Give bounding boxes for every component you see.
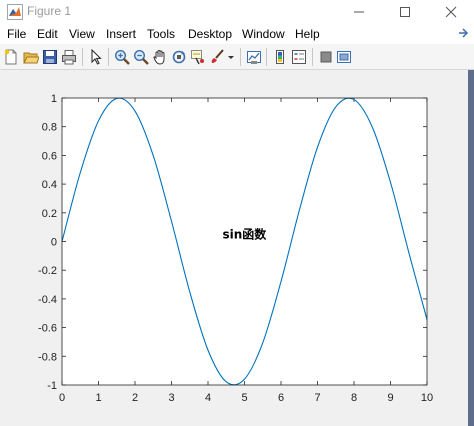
x-tick-label: 10	[421, 392, 433, 404]
menu-edit[interactable]: Edit	[37, 27, 58, 41]
window-edge	[468, 70, 474, 426]
open-folder-icon[interactable]	[23, 49, 39, 65]
x-tick-label: 4	[205, 392, 211, 404]
menu-insert[interactable]: Insert	[106, 27, 136, 41]
y-tick-label: -0.8	[38, 351, 57, 363]
matlab-app-icon	[7, 4, 23, 20]
axes-background	[62, 98, 427, 385]
x-tick-label: 6	[278, 392, 284, 404]
window-title: Figure 1	[27, 4, 72, 18]
y-tick-label: -1	[47, 380, 57, 392]
maximize-icon	[400, 7, 410, 17]
x-tick-label: 3	[168, 392, 174, 404]
menu-help[interactable]: Help	[295, 27, 320, 41]
figure-canvas: 0 1 2 3 4 5 6 7 8 9 10 -1 -0.8 -0.6 -0.4 -0.2 0 0.2 0.4 0.6…	[0, 70, 468, 426]
save-icon[interactable]	[42, 49, 58, 65]
y-tick-label: 0.8	[42, 122, 57, 134]
sine-plot[interactable]: 0 1 2 3 4 5 6 7 8 9 10 -1 -0.8 -0.6 -0.4 -0.2 0 0.2 0.4 0.6…	[0, 70, 468, 426]
figure-toolbar	[0, 44, 474, 70]
x-tick-label: 9	[387, 392, 393, 404]
toolbar-separator	[240, 48, 241, 66]
minimize-icon	[354, 11, 364, 13]
figure-window: Figure 1 File Edit View Insert Tools Des…	[0, 0, 474, 426]
brush-icon[interactable]	[209, 49, 225, 65]
toolbar-separator	[312, 48, 313, 66]
x-tick-label: 7	[314, 392, 320, 404]
y-tick-label: 0	[51, 237, 57, 249]
pan-hand-icon[interactable]	[152, 49, 168, 65]
zoom-in-icon[interactable]	[114, 49, 130, 65]
close-icon	[445, 6, 457, 18]
toolbar-separator	[108, 48, 109, 66]
data-cursor-icon[interactable]	[190, 49, 206, 65]
toolbar-separator	[266, 48, 267, 66]
menu-tools[interactable]: Tools	[147, 27, 175, 41]
minimize-button[interactable]	[336, 0, 382, 24]
show-plot-tools-icon[interactable]	[336, 49, 352, 65]
new-figure-icon[interactable]	[3, 49, 19, 65]
link-plot-icon[interactable]	[246, 49, 262, 65]
y-tick-label: -0.2	[38, 265, 57, 277]
y-tick-label: -0.4	[38, 294, 57, 306]
x-tick-label: 5	[241, 392, 247, 404]
x-tick-label: 8	[351, 392, 357, 404]
sin-annotation: sin函数	[223, 226, 268, 241]
menu-window[interactable]: Window	[242, 27, 285, 41]
brush-dropdown-icon[interactable]	[227, 49, 235, 65]
y-tick-label: 1	[51, 93, 57, 105]
menu-desktop[interactable]: Desktop	[188, 27, 232, 41]
x-tick-label: 1	[95, 392, 101, 404]
hide-plot-tools-icon[interactable]	[318, 49, 334, 65]
y-tick-label: -0.6	[38, 323, 57, 335]
dock-arrow-icon[interactable]	[456, 26, 470, 40]
menu-view[interactable]: View	[69, 27, 95, 41]
y-tick-label: 0.6	[42, 150, 57, 162]
close-button[interactable]	[428, 0, 474, 24]
y-tick-label: 0.2	[42, 208, 57, 220]
y-tick-label: 0.4	[42, 179, 57, 191]
toolbar-separator	[82, 48, 83, 66]
edit-plot-arrow-icon[interactable]	[88, 49, 104, 65]
x-tick-label: 2	[132, 392, 138, 404]
menu-file[interactable]: File	[7, 27, 26, 41]
insert-legend-icon[interactable]	[291, 49, 307, 65]
menu-bar: File Edit View Insert Tools Desktop Wind…	[0, 24, 474, 44]
zoom-out-icon[interactable]	[133, 49, 149, 65]
title-bar: Figure 1	[0, 0, 474, 24]
rotate-3d-icon[interactable]	[171, 49, 187, 65]
print-icon[interactable]	[61, 49, 77, 65]
maximize-button[interactable]	[382, 0, 428, 24]
x-tick-label: 0	[59, 392, 65, 404]
insert-colorbar-icon[interactable]	[272, 49, 288, 65]
